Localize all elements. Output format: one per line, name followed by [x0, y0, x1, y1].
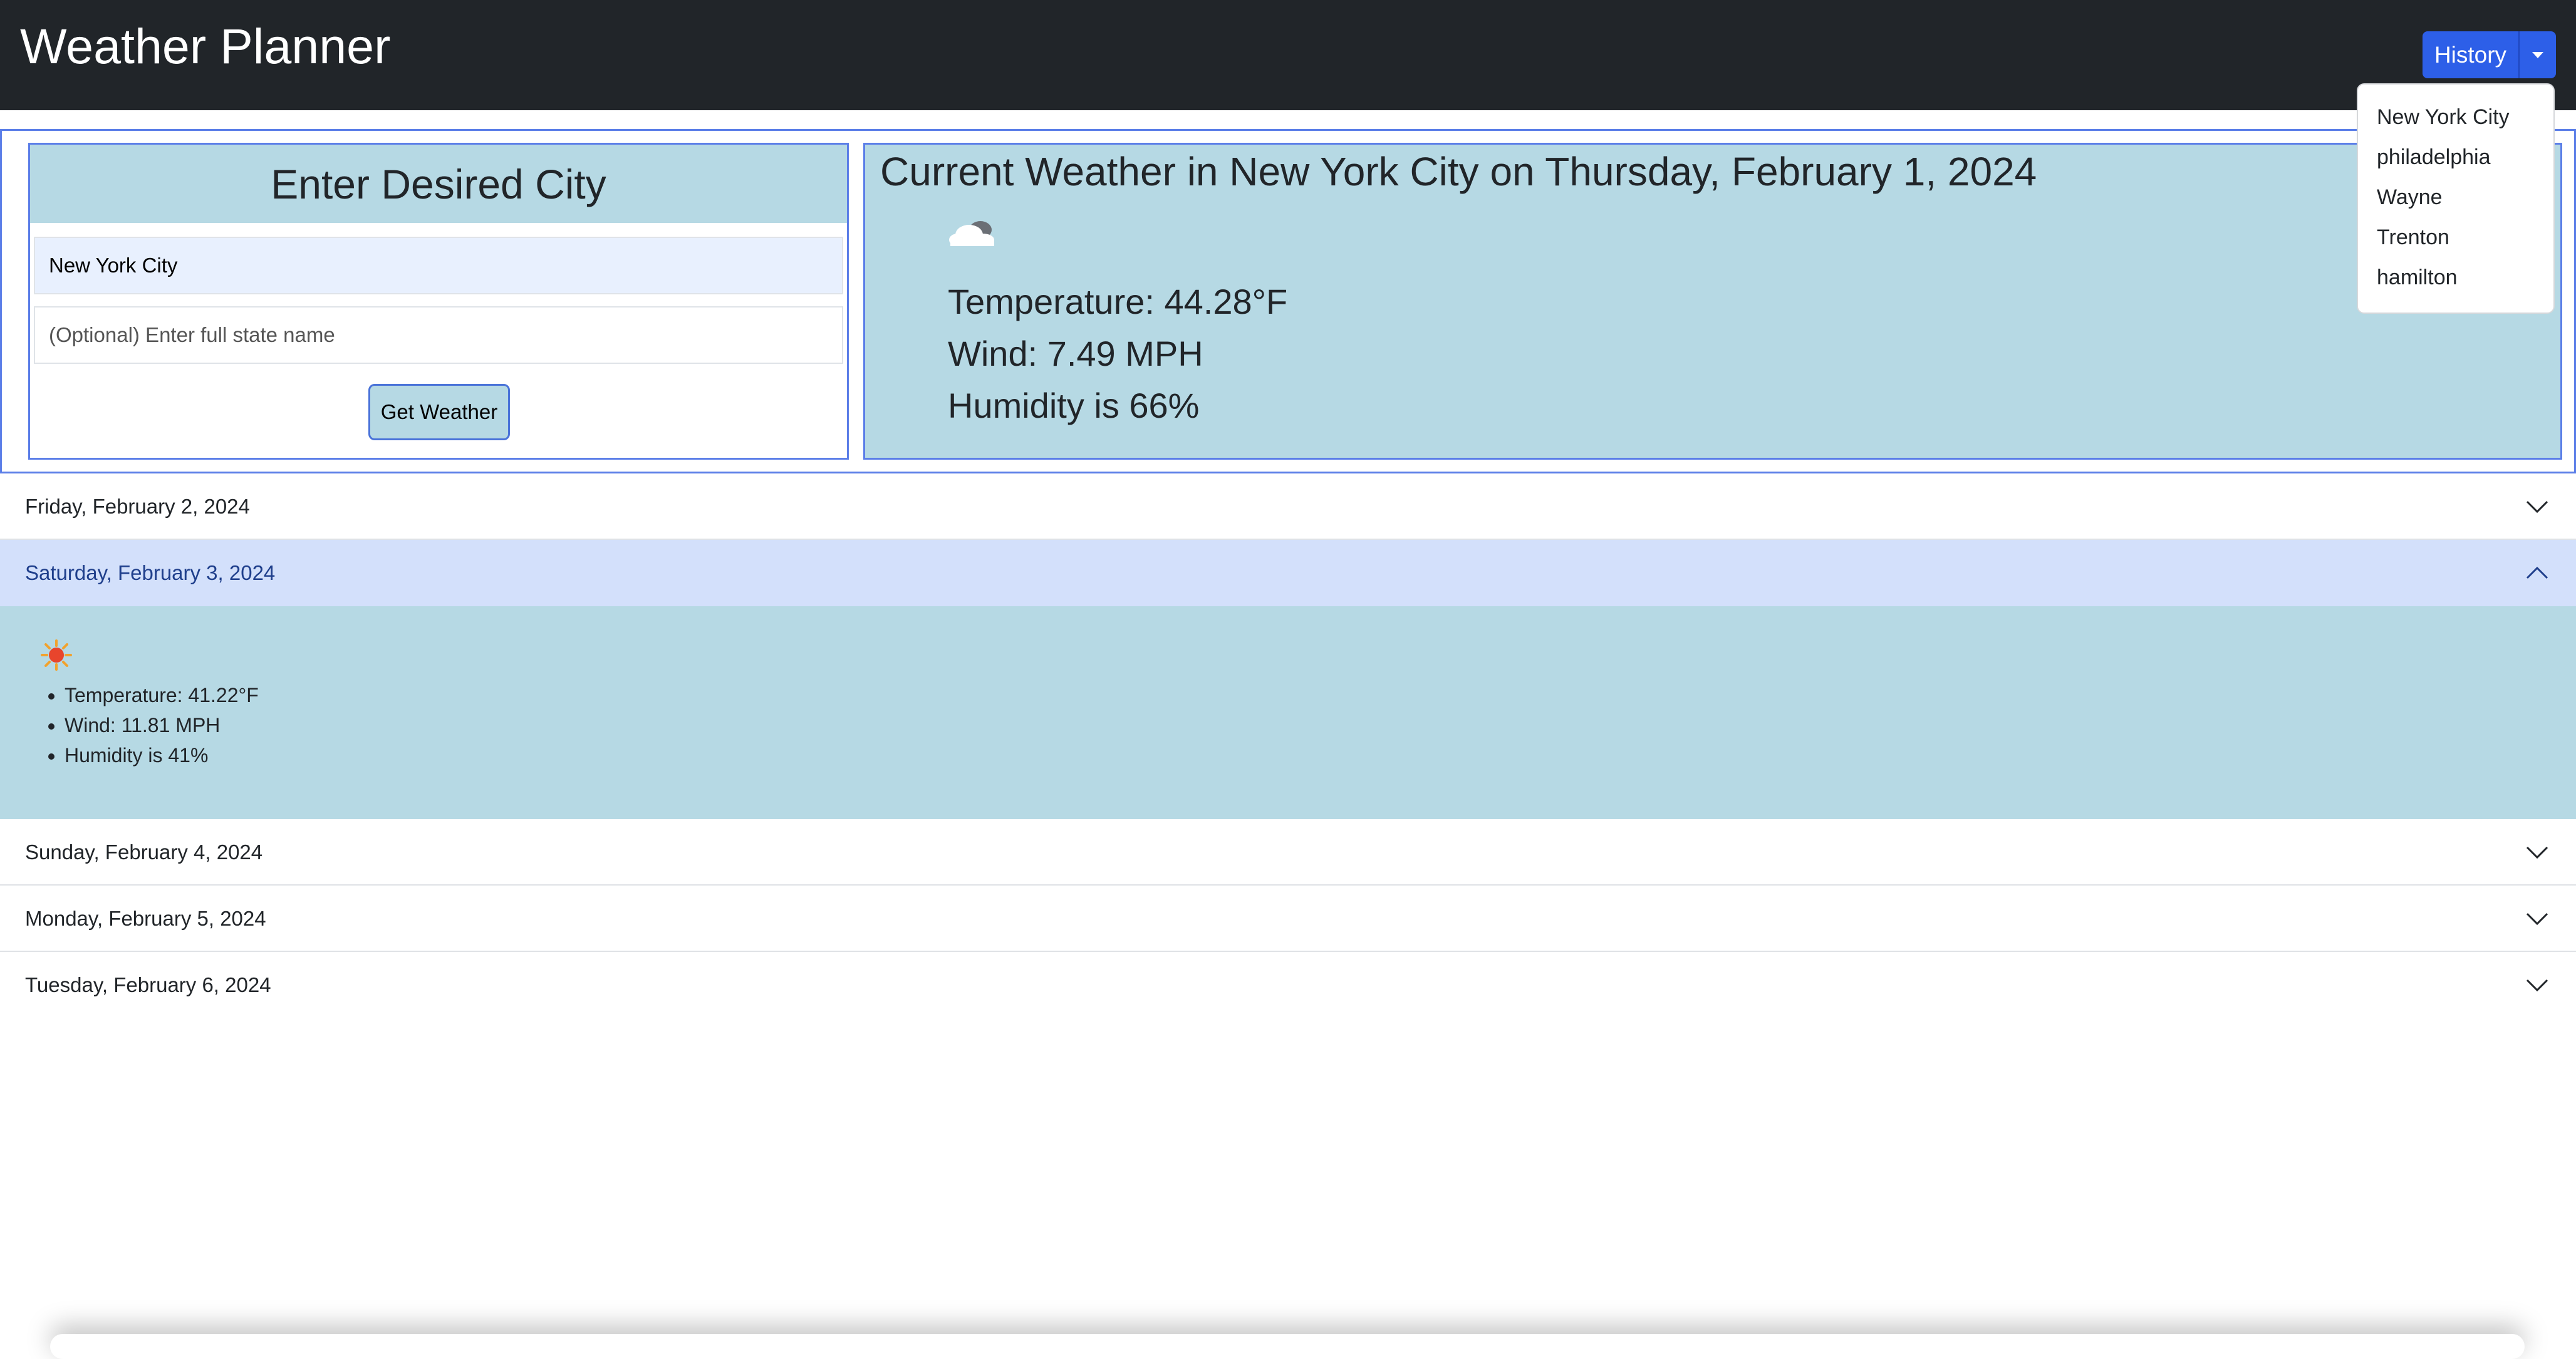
chevron-down-icon	[2526, 846, 2548, 859]
caret-down-icon	[2532, 51, 2543, 58]
city-search-card: Enter Desired City New York City (Option…	[28, 143, 849, 460]
app-title: Weather Planner	[20, 18, 391, 74]
state-input[interactable]: (Optional) Enter full state name	[34, 306, 843, 364]
forecast-date: Monday, February 5, 2024	[25, 907, 266, 930]
history-item[interactable]: Trenton	[2358, 217, 2553, 257]
current-humidity: Humidity is 66%	[948, 386, 1200, 425]
history-dropdown-toggle[interactable]	[2520, 31, 2556, 78]
forecast-details-panel: Temperature: 41.22°F Wind: 11.81 MPH Hum…	[0, 606, 2576, 819]
current-weather-title: Current Weather in New York City on Thur…	[880, 149, 2037, 194]
forecast-item[interactable]: Tuesday, February 6, 2024	[0, 952, 2576, 1018]
bottom-shadow	[50, 1334, 2525, 1359]
current-temperature: Temperature: 44.28°F	[948, 282, 1288, 321]
city-input[interactable]: New York City	[34, 237, 843, 294]
forecast-details-list: Temperature: 41.22°F Wind: 11.81 MPH Hum…	[65, 680, 259, 770]
navbar: Weather Planner History	[0, 0, 2576, 110]
forecast-date: Sunday, February 4, 2024	[25, 840, 263, 864]
forecast-item[interactable]: Saturday, February 3, 2024	[0, 540, 2576, 606]
forecast-temperature: Temperature: 41.22°F	[65, 680, 259, 710]
history-item[interactable]: philadelphia	[2358, 137, 2553, 177]
forecast-item[interactable]: Friday, February 2, 2024	[0, 473, 2576, 540]
sun-icon	[41, 639, 72, 671]
history-button-group: History	[2423, 31, 2556, 78]
cloud-icon	[949, 221, 994, 246]
history-button[interactable]: History	[2423, 31, 2520, 78]
chevron-up-icon	[2526, 566, 2548, 579]
forecast-item[interactable]: Monday, February 5, 2024	[0, 886, 2576, 952]
get-weather-button[interactable]: Get Weather	[368, 384, 510, 440]
history-dropdown-menu: New York City philadelphia Wayne Trenton…	[2357, 83, 2555, 314]
current-weather-card: Current Weather in New York City on Thur…	[863, 143, 2562, 460]
chevron-down-icon	[2526, 500, 2548, 514]
history-item[interactable]: Wayne	[2358, 177, 2553, 217]
forecast-wind: Wind: 11.81 MPH	[65, 710, 259, 740]
chevron-down-icon	[2526, 979, 2548, 992]
forecast-humidity: Humidity is 41%	[65, 740, 259, 770]
forecast-date: Friday, February 2, 2024	[25, 495, 250, 518]
forecast-item[interactable]: Sunday, February 4, 2024	[0, 819, 2576, 886]
history-item[interactable]: New York City	[2358, 97, 2553, 137]
forecast-date: Saturday, February 3, 2024	[25, 561, 276, 584]
chevron-down-icon	[2526, 912, 2548, 926]
history-item[interactable]: hamilton	[2358, 257, 2553, 297]
forecast-date: Tuesday, February 6, 2024	[25, 973, 271, 996]
city-search-heading: Enter Desired City	[30, 145, 847, 223]
current-wind: Wind: 7.49 MPH	[948, 334, 1203, 373]
